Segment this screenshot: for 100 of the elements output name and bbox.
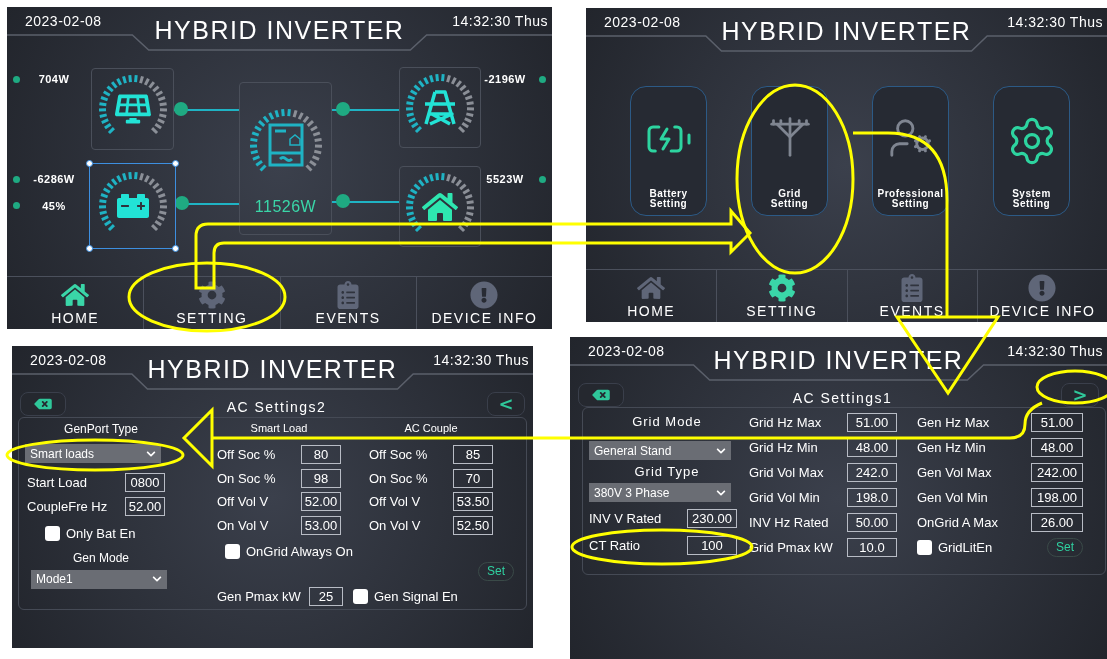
- field-label: INV Hz Rated: [749, 513, 830, 532]
- input-field[interactable]: 48.00: [1031, 438, 1083, 457]
- backspace-icon: [32, 397, 54, 411]
- back-button[interactable]: [578, 383, 624, 407]
- settings-tile[interactable]: System Setting: [993, 86, 1070, 216]
- alert-icon: [470, 281, 499, 309]
- app-title: HYBRID INVERTER: [147, 357, 398, 382]
- input-field[interactable]: 51.00: [847, 413, 897, 432]
- input-field[interactable]: 198.00: [1031, 488, 1083, 507]
- field-label: On Vol V: [217, 516, 270, 535]
- input-field[interactable]: 25: [309, 586, 343, 606]
- input-field[interactable]: 52.00: [301, 492, 341, 512]
- settings-icon: [197, 281, 226, 309]
- field-label: Start Load: [26, 474, 88, 492]
- input-field[interactable]: 50.00: [847, 513, 897, 532]
- app-title: HYBRID INVERTER: [154, 18, 405, 43]
- chevron-down-icon: [152, 574, 162, 584]
- solar-panel-icon: [114, 94, 151, 124]
- field-label: Grid Vol Max: [749, 463, 825, 482]
- pylon-icon: [423, 89, 457, 126]
- dropdown[interactable]: Mode1: [31, 569, 167, 589]
- checkbox[interactable]: [353, 588, 368, 604]
- checkbox-label: GridLitEn: [938, 538, 993, 557]
- gauge-card[interactable]: [89, 163, 176, 249]
- input-field[interactable]: 52.00: [125, 496, 165, 516]
- input-field[interactable]: 52.50: [453, 515, 493, 535]
- field-label: Grid Vol Min: [749, 488, 821, 507]
- checkbox[interactable]: [45, 526, 60, 542]
- back-button[interactable]: [20, 392, 66, 416]
- clock-text: 14:32:30 Thus: [452, 12, 548, 31]
- group-label: Grid Type: [633, 463, 701, 481]
- inverter-card[interactable]: 11526W: [239, 82, 332, 235]
- field-label: Off Vol V: [217, 493, 270, 511]
- nav-tab[interactable]: HOME: [586, 270, 717, 322]
- checkbox-label: OnGrid Always On: [246, 543, 353, 561]
- dropdown[interactable]: General Stand: [589, 441, 731, 460]
- nav-tab[interactable]: SETTING: [143, 277, 280, 329]
- date-text: 2023-02-08: [25, 12, 102, 31]
- settings-icon: [767, 274, 796, 302]
- page-arrow-button[interactable]: <: [487, 392, 525, 416]
- input-field[interactable]: 198.0: [847, 488, 897, 507]
- checkbox[interactable]: [917, 540, 932, 555]
- field-label: CT Ratio: [589, 536, 642, 555]
- checkbox-label: Gen Signal En: [374, 587, 458, 606]
- field-label: Gen Vol Max: [917, 463, 993, 482]
- input-field[interactable]: 242.0: [847, 463, 897, 482]
- input-field[interactable]: 10.0: [847, 538, 897, 557]
- home-icon: [637, 274, 666, 302]
- input-field[interactable]: 242.00: [1031, 463, 1083, 482]
- input-field[interactable]: 53.00: [301, 515, 341, 535]
- field-label: On Soc %: [369, 469, 429, 488]
- inverter-icon: [267, 123, 304, 167]
- input-field[interactable]: 0800: [125, 473, 165, 493]
- nav-tab[interactable]: EVENTS: [846, 270, 977, 322]
- dropdown[interactable]: 380V 3 Phase: [589, 483, 731, 502]
- nav-tab[interactable]: DEVICE INFO: [976, 270, 1107, 322]
- input-field[interactable]: 53.50: [453, 492, 493, 512]
- page-title: AC Settings1: [791, 388, 894, 408]
- input-field[interactable]: 48.00: [847, 438, 897, 457]
- settings-tile[interactable]: Professional Setting: [872, 86, 949, 216]
- field-label: Gen Pmax kW: [217, 587, 302, 606]
- nav-tab[interactable]: HOME: [7, 277, 144, 329]
- nav-tab[interactable]: SETTING: [716, 270, 847, 322]
- selection-handle[interactable]: [172, 245, 179, 252]
- field-label: Grid Hz Min: [749, 438, 819, 457]
- settings-tile[interactable]: Battery Setting: [630, 86, 707, 216]
- clock-text: 14:32:30 Thus: [1007, 342, 1103, 361]
- utility-pole-icon: [767, 115, 812, 159]
- input-field[interactable]: 80: [301, 445, 341, 465]
- settings-tile[interactable]: Grid Setting: [751, 86, 828, 216]
- input-field[interactable]: 26.00: [1031, 513, 1083, 532]
- checkbox[interactable]: [225, 544, 240, 560]
- field-label: Gen Hz Max: [917, 413, 991, 432]
- dropdown[interactable]: Smart loads: [25, 444, 161, 463]
- date-text: 2023-02-08: [30, 351, 107, 370]
- field-label: On Vol V: [369, 516, 422, 535]
- power-reading: 5523W: [485, 172, 525, 187]
- selection-handle[interactable]: [86, 245, 93, 252]
- input-field[interactable]: 230.00: [687, 509, 737, 529]
- input-field[interactable]: 51.00: [1031, 413, 1083, 432]
- nav-tab[interactable]: EVENTS: [279, 277, 416, 329]
- power-reading: -6286W: [32, 172, 76, 187]
- nav-tab[interactable]: DEVICE INFO: [415, 277, 552, 329]
- home-icon: [61, 281, 90, 309]
- field-label: Off Vol V: [369, 493, 422, 511]
- chevron-down-icon: [716, 445, 726, 456]
- date-text: 2023-02-08: [604, 13, 681, 32]
- input-field[interactable]: 85: [453, 445, 493, 465]
- backspace-icon: [590, 388, 612, 402]
- selection-handle[interactable]: [172, 160, 179, 167]
- input-field[interactable]: 100: [687, 535, 737, 555]
- group-label: Grid Mode: [631, 413, 703, 431]
- input-field[interactable]: 70: [453, 468, 493, 488]
- input-field[interactable]: 98: [301, 468, 341, 488]
- power-reading: 704W: [37, 72, 71, 87]
- clock-text: 14:32:30 Thus: [433, 351, 529, 370]
- app-title: HYBRID INVERTER: [721, 19, 972, 44]
- selection-handle[interactable]: [86, 160, 93, 167]
- column-heading: AC Couple: [403, 422, 459, 435]
- date-text: 2023-02-08: [588, 342, 665, 361]
